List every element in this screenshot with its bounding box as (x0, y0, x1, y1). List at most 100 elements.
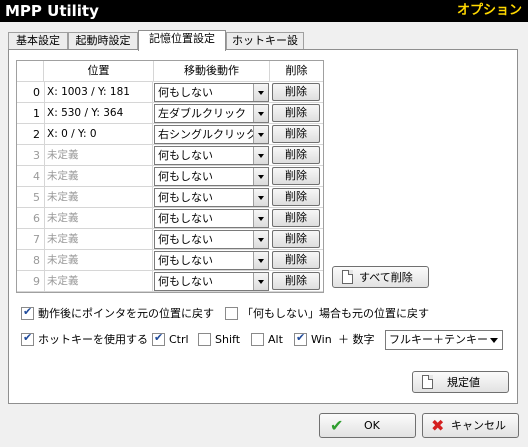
return-on-nothing-label: 「何もしない」場合も元の位置に戻す (242, 307, 429, 320)
action-select-value: 何もしない (158, 254, 213, 267)
position-cell: X: 1003 / Y: 181 (44, 82, 153, 103)
action-select[interactable]: 何もしない (154, 167, 269, 186)
position-cell: 未定義 (44, 250, 153, 271)
action-select[interactable]: 左ダブルクリック (154, 104, 269, 123)
delete-row-button[interactable]: 削除 (272, 251, 320, 269)
position-cell: 未定義 (44, 145, 153, 166)
return-pointer-label: 動作後にポインタを元の位置に戻す (38, 307, 214, 320)
delete-row-button[interactable]: 削除 (272, 104, 320, 122)
ok-button[interactable]: ✔ OK (319, 413, 416, 438)
chevron-down-icon (253, 84, 268, 101)
row-index: 4 (33, 170, 40, 183)
chevron-down-icon (253, 105, 268, 122)
delete-all-label: すべて削除 (359, 271, 413, 284)
position-cell: X: 530 / Y: 364 (44, 103, 153, 124)
tab-hotkey-settings[interactable]: ホットキー設定 (226, 32, 304, 63)
keypad-select[interactable]: フルキー＋テンキー (385, 330, 503, 350)
row-index: 8 (33, 254, 40, 267)
action-select[interactable]: 何もしない (154, 272, 269, 291)
position-cell: 未定義 (44, 166, 153, 187)
return-on-nothing-checkbox[interactable] (225, 307, 238, 320)
position-header: 位置 (44, 61, 154, 81)
chevron-down-icon (253, 231, 268, 248)
action-select-value: 何もしない (158, 149, 213, 162)
chevron-down-icon (253, 210, 268, 227)
keypad-select-value: フルキー＋テンキー (389, 333, 488, 346)
chevron-down-icon (253, 252, 268, 269)
shift-label: Shift (215, 333, 241, 346)
action-select[interactable]: 何もしない (154, 83, 269, 102)
position-table: 位置 移動後動作 削除 0 X: 1003 / Y: 181 何もしない 削除 1 X: … (16, 60, 324, 293)
cancel-label: キャンセル (451, 419, 506, 432)
row-index: 7 (33, 233, 40, 246)
delete-row-button[interactable]: 削除 (272, 209, 320, 227)
delete-row-button[interactable]: 削除 (272, 125, 320, 143)
plus-digits-label: ＋ 数字 (338, 333, 375, 346)
delete-row-button[interactable]: 削除 (272, 83, 320, 101)
action-select[interactable]: 何もしない (154, 188, 269, 207)
ok-label: OK (364, 419, 380, 432)
delete-row-button[interactable]: 削除 (272, 230, 320, 248)
row-index: 2 (33, 128, 40, 141)
action-select-value: 何もしない (158, 86, 213, 99)
checkmark-icon: ✔ (330, 416, 344, 435)
row-index: 1 (33, 107, 40, 120)
alt-label: Alt (268, 333, 283, 346)
action-header: 移動後動作 (154, 61, 270, 81)
row-index: 5 (33, 191, 40, 204)
position-cell: X: 0 / Y: 0 (44, 124, 153, 145)
ctrl-label: Ctrl (169, 333, 189, 346)
delete-row-button[interactable]: 削除 (272, 272, 320, 290)
use-hotkey-label: ホットキーを使用する (38, 333, 148, 346)
chevron-down-icon (253, 273, 268, 290)
action-select-value: 何もしない (158, 212, 213, 225)
document-icon (422, 375, 433, 389)
position-cell: 未定義 (44, 208, 153, 229)
win-checkbox[interactable] (294, 331, 307, 346)
options-label: オプション (456, 3, 522, 18)
win-label: Win (311, 333, 332, 346)
tab-memory-position-settings[interactable]: 記憶位置設定 (138, 30, 226, 51)
delete-row-button[interactable]: 削除 (272, 167, 320, 185)
window-title: MPP Utility (5, 2, 99, 20)
delete-all-button[interactable]: すべて削除 (332, 266, 429, 288)
delete-row-button[interactable]: 削除 (272, 146, 320, 164)
ctrl-checkbox[interactable] (152, 331, 165, 346)
position-cell: 未定義 (44, 271, 153, 292)
action-select-value: 何もしない (158, 275, 213, 288)
position-cell: 未定義 (44, 187, 153, 208)
chevron-down-icon (253, 147, 268, 164)
action-select[interactable]: 何もしない (154, 251, 269, 270)
use-hotkey-checkbox[interactable] (21, 331, 34, 346)
action-select-value: 何もしない (158, 170, 213, 183)
close-icon: ✖ (431, 416, 445, 435)
tab-startup-settings[interactable]: 起動時設定 (68, 32, 138, 50)
action-select[interactable]: 右シングルクリック (154, 125, 269, 144)
default-values-button[interactable]: 規定値 (412, 371, 509, 393)
cancel-button[interactable]: ✖ キャンセル (422, 413, 519, 438)
tab-basic-settings[interactable]: 基本設定 (8, 32, 68, 50)
default-values-label: 規定値 (447, 376, 480, 389)
row-divider (17, 291, 323, 292)
alt-checkbox[interactable] (251, 333, 264, 346)
title-bar: MPP Utility オプション (0, 0, 528, 22)
shift-checkbox[interactable] (198, 333, 211, 346)
row-index: 6 (33, 212, 40, 225)
row-index: 3 (33, 149, 40, 162)
action-select[interactable]: 何もしない (154, 209, 269, 228)
index-header (17, 61, 44, 81)
document-icon (342, 270, 353, 284)
action-select[interactable]: 何もしない (154, 230, 269, 249)
chevron-down-icon (253, 126, 268, 143)
delete-row-button[interactable]: 削除 (272, 188, 320, 206)
position-cell: 未定義 (44, 229, 153, 250)
action-select-value: 何もしない (158, 191, 213, 204)
return-pointer-checkbox[interactable] (21, 305, 34, 320)
action-select[interactable]: 何もしない (154, 146, 269, 165)
action-select-value: 何もしない (158, 233, 213, 246)
chevron-down-icon (490, 338, 498, 343)
delete-header: 削除 (270, 61, 323, 81)
row-index: 9 (33, 275, 40, 288)
row-index: 0 (33, 86, 40, 99)
action-select-value: 左ダブルクリック (158, 107, 246, 120)
